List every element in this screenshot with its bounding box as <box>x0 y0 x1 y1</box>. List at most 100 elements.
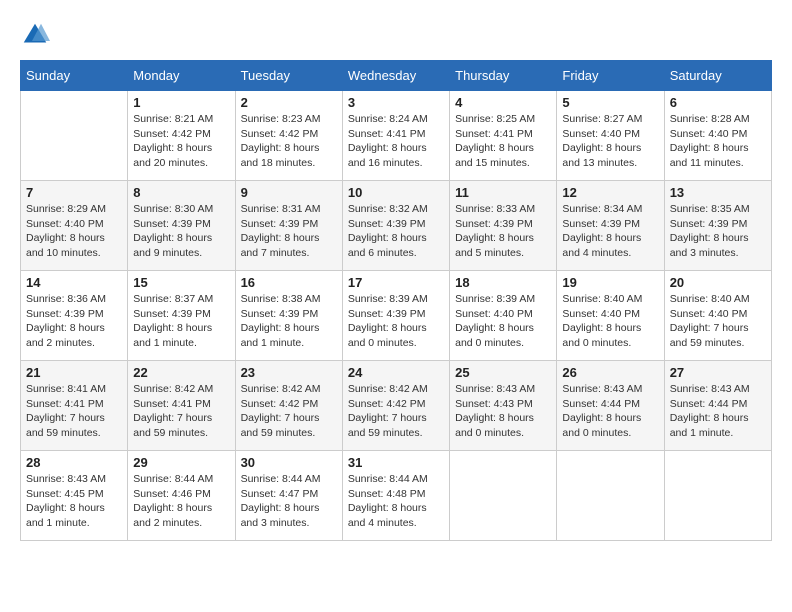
day-info: Sunrise: 8:34 AM Sunset: 4:39 PM Dayligh… <box>562 202 658 261</box>
calendar-cell: 15 Sunrise: 8:37 AM Sunset: 4:39 PM Dayli… <box>128 271 235 361</box>
day-info: Sunrise: 8:40 AM Sunset: 4:40 PM Dayligh… <box>670 292 766 351</box>
calendar-cell: 1Sunrise: 8:21 AM Sunset: 4:42 PM Daylig… <box>128 91 235 181</box>
calendar-cell: 8 Sunrise: 8:30 AM Sunset: 4:39 PM Daylig… <box>128 181 235 271</box>
day-number: 13 <box>670 185 766 200</box>
weekday-header-wednesday: Wednesday <box>342 61 449 91</box>
calendar-cell: 14 Sunrise: 8:36 AM Sunset: 4:39 PM Dayli… <box>21 271 128 361</box>
calendar-cell: 3 Sunrise: 8:24 AM Sunset: 4:41 PM Daylig… <box>342 91 449 181</box>
calendar-cell: 11Sunrise: 8:33 AM Sunset: 4:39 PM Dayli… <box>450 181 557 271</box>
day-info: Sunrise: 8:40 AM Sunset: 4:40 PM Dayligh… <box>562 292 658 351</box>
calendar-cell: 12 Sunrise: 8:34 AM Sunset: 4:39 PM Dayli… <box>557 181 664 271</box>
calendar-cell: 31 Sunrise: 8:44 AM Sunset: 4:48 PM Dayli… <box>342 451 449 541</box>
day-info: Sunrise: 8:36 AM Sunset: 4:39 PM Dayligh… <box>26 292 122 351</box>
week-row-5: 28 Sunrise: 8:43 AM Sunset: 4:45 PM Dayli… <box>21 451 772 541</box>
day-number: 14 <box>26 275 122 290</box>
day-number: 9 <box>241 185 337 200</box>
day-info: Sunrise: 8:23 AM Sunset: 4:42 PM Dayligh… <box>241 112 337 171</box>
day-number: 8 <box>133 185 229 200</box>
day-number: 22 <box>133 365 229 380</box>
day-info: Sunrise: 8:41 AM Sunset: 4:41 PM Dayligh… <box>26 382 122 441</box>
calendar-cell: 21 Sunrise: 8:41 AM Sunset: 4:41 PM Dayli… <box>21 361 128 451</box>
calendar-table: SundayMondayTuesdayWednesdayThursdayFrid… <box>20 60 772 541</box>
day-info: Sunrise: 8:43 AM Sunset: 4:44 PM Dayligh… <box>670 382 766 441</box>
day-number: 20 <box>670 275 766 290</box>
calendar-cell: 9 Sunrise: 8:31 AM Sunset: 4:39 PM Daylig… <box>235 181 342 271</box>
weekday-header-monday: Monday <box>128 61 235 91</box>
day-number: 16 <box>241 275 337 290</box>
day-number: 15 <box>133 275 229 290</box>
weekday-header-thursday: Thursday <box>450 61 557 91</box>
calendar-cell: 7 Sunrise: 8:29 AM Sunset: 4:40 PM Daylig… <box>21 181 128 271</box>
day-info: Sunrise: 8:39 AM Sunset: 4:39 PM Dayligh… <box>348 292 444 351</box>
weekday-header-saturday: Saturday <box>664 61 771 91</box>
day-number: 28 <box>26 455 122 470</box>
day-info: Sunrise: 8:42 AM Sunset: 4:42 PM Dayligh… <box>241 382 337 441</box>
page-header <box>20 20 772 50</box>
weekday-header-sunday: Sunday <box>21 61 128 91</box>
calendar-cell: 2 Sunrise: 8:23 AM Sunset: 4:42 PM Daylig… <box>235 91 342 181</box>
week-row-2: 7 Sunrise: 8:29 AM Sunset: 4:40 PM Daylig… <box>21 181 772 271</box>
calendar-cell: 22 Sunrise: 8:42 AM Sunset: 4:41 PM Dayli… <box>128 361 235 451</box>
day-number: 12 <box>562 185 658 200</box>
calendar-cell: 5 Sunrise: 8:27 AM Sunset: 4:40 PM Daylig… <box>557 91 664 181</box>
day-number: 30 <box>241 455 337 470</box>
day-number: 11 <box>455 185 551 200</box>
day-info: Sunrise: 8:44 AM Sunset: 4:48 PM Dayligh… <box>348 472 444 531</box>
week-row-4: 21 Sunrise: 8:41 AM Sunset: 4:41 PM Dayli… <box>21 361 772 451</box>
day-info: Sunrise: 8:42 AM Sunset: 4:41 PM Dayligh… <box>133 382 229 441</box>
day-number: 6 <box>670 95 766 110</box>
day-info: Sunrise: 8:43 AM Sunset: 4:43 PM Dayligh… <box>455 382 551 441</box>
weekday-header-row: SundayMondayTuesdayWednesdayThursdayFrid… <box>21 61 772 91</box>
day-info: Sunrise: 8:43 AM Sunset: 4:44 PM Dayligh… <box>562 382 658 441</box>
day-info: Sunrise: 8:43 AM Sunset: 4:45 PM Dayligh… <box>26 472 122 531</box>
calendar-cell <box>664 451 771 541</box>
day-number: 31 <box>348 455 444 470</box>
day-number: 29 <box>133 455 229 470</box>
day-info: Sunrise: 8:37 AM Sunset: 4:39 PM Dayligh… <box>133 292 229 351</box>
logo-icon <box>20 20 50 50</box>
day-number: 21 <box>26 365 122 380</box>
day-info: Sunrise: 8:44 AM Sunset: 4:46 PM Dayligh… <box>133 472 229 531</box>
day-number: 10 <box>348 185 444 200</box>
calendar-cell: 24Sunrise: 8:42 AM Sunset: 4:42 PM Dayli… <box>342 361 449 451</box>
weekday-header-tuesday: Tuesday <box>235 61 342 91</box>
day-number: 19 <box>562 275 658 290</box>
day-info: Sunrise: 8:28 AM Sunset: 4:40 PM Dayligh… <box>670 112 766 171</box>
weekday-header-friday: Friday <box>557 61 664 91</box>
day-number: 7 <box>26 185 122 200</box>
day-info: Sunrise: 8:44 AM Sunset: 4:47 PM Dayligh… <box>241 472 337 531</box>
week-row-1: 1Sunrise: 8:21 AM Sunset: 4:42 PM Daylig… <box>21 91 772 181</box>
calendar-cell: 18Sunrise: 8:39 AM Sunset: 4:40 PM Dayli… <box>450 271 557 361</box>
calendar-cell: 13 Sunrise: 8:35 AM Sunset: 4:39 PM Dayli… <box>664 181 771 271</box>
day-info: Sunrise: 8:35 AM Sunset: 4:39 PM Dayligh… <box>670 202 766 261</box>
day-number: 2 <box>241 95 337 110</box>
day-info: Sunrise: 8:25 AM Sunset: 4:41 PM Dayligh… <box>455 112 551 171</box>
day-info: Sunrise: 8:31 AM Sunset: 4:39 PM Dayligh… <box>241 202 337 261</box>
day-number: 25 <box>455 365 551 380</box>
day-number: 5 <box>562 95 658 110</box>
calendar-cell: 16Sunrise: 8:38 AM Sunset: 4:39 PM Dayli… <box>235 271 342 361</box>
day-info: Sunrise: 8:27 AM Sunset: 4:40 PM Dayligh… <box>562 112 658 171</box>
calendar-cell <box>557 451 664 541</box>
calendar-cell: 20 Sunrise: 8:40 AM Sunset: 4:40 PM Dayli… <box>664 271 771 361</box>
day-number: 3 <box>348 95 444 110</box>
day-info: Sunrise: 8:24 AM Sunset: 4:41 PM Dayligh… <box>348 112 444 171</box>
day-number: 17 <box>348 275 444 290</box>
day-info: Sunrise: 8:30 AM Sunset: 4:39 PM Dayligh… <box>133 202 229 261</box>
calendar-cell: 4 Sunrise: 8:25 AM Sunset: 4:41 PM Daylig… <box>450 91 557 181</box>
calendar-cell <box>21 91 128 181</box>
day-number: 1 <box>133 95 229 110</box>
day-info: Sunrise: 8:29 AM Sunset: 4:40 PM Dayligh… <box>26 202 122 261</box>
day-number: 23 <box>241 365 337 380</box>
calendar-cell <box>450 451 557 541</box>
day-info: Sunrise: 8:39 AM Sunset: 4:40 PM Dayligh… <box>455 292 551 351</box>
calendar-cell: 28 Sunrise: 8:43 AM Sunset: 4:45 PM Dayli… <box>21 451 128 541</box>
calendar-cell: 26 Sunrise: 8:43 AM Sunset: 4:44 PM Dayli… <box>557 361 664 451</box>
calendar-cell: 10Sunrise: 8:32 AM Sunset: 4:39 PM Dayli… <box>342 181 449 271</box>
logo <box>20 20 56 50</box>
day-number: 26 <box>562 365 658 380</box>
calendar-cell: 27 Sunrise: 8:43 AM Sunset: 4:44 PM Dayli… <box>664 361 771 451</box>
calendar-cell: 30 Sunrise: 8:44 AM Sunset: 4:47 PM Dayli… <box>235 451 342 541</box>
day-number: 27 <box>670 365 766 380</box>
day-number: 4 <box>455 95 551 110</box>
